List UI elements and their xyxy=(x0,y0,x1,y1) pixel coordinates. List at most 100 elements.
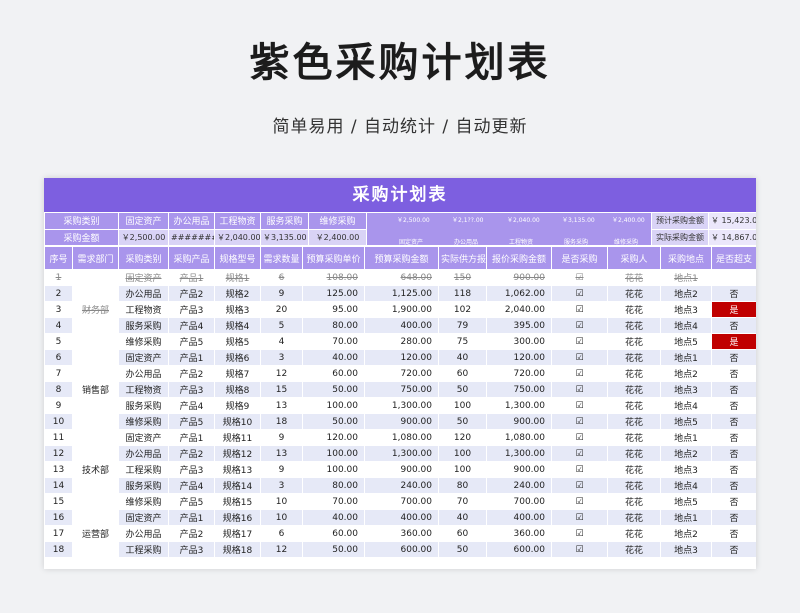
table-cell[interactable]: 40 xyxy=(438,509,487,526)
table-cell[interactable]: 是 xyxy=(711,301,756,318)
estimated-total-value[interactable]: ￥ 15,423.00 xyxy=(708,212,756,230)
table-cell[interactable]: 否 xyxy=(711,525,756,542)
table-cell[interactable]: 花花 xyxy=(607,493,661,510)
table-cell[interactable]: 维修采购 xyxy=(118,413,169,430)
table-cell[interactable]: 花花 xyxy=(607,541,661,558)
table-cell[interactable] xyxy=(711,269,756,286)
table-cell[interactable]: ☑ xyxy=(551,461,608,478)
table-cell[interactable]: 1,080.00 xyxy=(364,429,439,446)
table-cell[interactable]: 17 xyxy=(44,525,73,542)
table-cell[interactable]: 12 xyxy=(260,541,303,558)
table-cell[interactable]: 地点4 xyxy=(660,317,712,334)
table-cell[interactable]: 否 xyxy=(711,445,756,462)
table-cell[interactable]: ☑ xyxy=(551,269,608,286)
table-cell[interactable]: 否 xyxy=(711,429,756,446)
table-cell[interactable]: 600.00 xyxy=(364,541,439,558)
summary-category[interactable]: 办公用品 xyxy=(168,212,215,230)
summary-amount[interactable]: ￥3,135.00 xyxy=(260,228,309,246)
table-cell[interactable]: 100 xyxy=(438,397,487,414)
table-cell[interactable]: 15 xyxy=(44,493,73,510)
table-cell[interactable]: ☑ xyxy=(551,381,608,398)
table-cell[interactable]: 规格14 xyxy=(214,477,261,494)
table-cell[interactable]: 1 xyxy=(44,269,73,286)
table-cell[interactable]: 规格17 xyxy=(214,525,261,542)
table-cell[interactable]: 240.00 xyxy=(486,477,552,494)
table-cell[interactable]: 10 xyxy=(260,509,303,526)
table-cell[interactable]: 地点2 xyxy=(660,445,712,462)
summary-category[interactable]: 服务采购 xyxy=(260,212,309,230)
table-cell[interactable]: ☑ xyxy=(551,429,608,446)
table-cell[interactable]: 700.00 xyxy=(364,493,439,510)
col-header[interactable]: 实际供方报价 xyxy=(438,246,487,270)
table-cell[interactable]: 否 xyxy=(711,413,756,430)
table-cell[interactable]: 10 xyxy=(44,413,73,430)
table-cell[interactable]: 花花 xyxy=(607,301,661,318)
table-cell[interactable]: 80.00 xyxy=(302,477,365,494)
table-cell[interactable]: 否 xyxy=(711,365,756,382)
table-cell[interactable]: 40.00 xyxy=(302,509,365,526)
table-cell[interactable]: ☑ xyxy=(551,301,608,318)
table-cell[interactable]: 5 xyxy=(44,333,73,350)
col-header[interactable]: 序号 xyxy=(44,246,73,270)
table-cell[interactable]: 花花 xyxy=(607,333,661,350)
table-cell[interactable]: 15 xyxy=(260,381,303,398)
table-cell[interactable]: 12 xyxy=(260,365,303,382)
table-cell[interactable]: 6 xyxy=(260,269,303,286)
table-cell[interactable]: 60.00 xyxy=(302,525,365,542)
table-cell[interactable]: 13 xyxy=(44,461,73,478)
table-cell[interactable]: 地点4 xyxy=(660,477,712,494)
table-cell[interactable]: 120.00 xyxy=(486,349,552,366)
table-cell[interactable]: 50 xyxy=(438,413,487,430)
table-cell[interactable]: 服务采购 xyxy=(118,477,169,494)
table-cell[interactable]: 79 xyxy=(438,317,487,334)
table-cell[interactable]: 120 xyxy=(438,429,487,446)
table-cell[interactable]: 7 xyxy=(44,365,73,382)
table-cell[interactable]: 地点5 xyxy=(660,333,712,350)
table-cell[interactable]: 花花 xyxy=(607,285,661,302)
table-cell[interactable]: 地点4 xyxy=(660,397,712,414)
table-cell[interactable]: 工程采购 xyxy=(118,461,169,478)
col-header[interactable]: 规格型号 xyxy=(214,246,261,270)
table-cell[interactable]: 地点5 xyxy=(660,493,712,510)
table-cell[interactable]: 地点2 xyxy=(660,525,712,542)
table-cell[interactable]: 规格1 xyxy=(214,269,261,286)
table-cell[interactable]: ☑ xyxy=(551,477,608,494)
table-cell[interactable]: 花花 xyxy=(607,397,661,414)
table-cell[interactable]: 118 xyxy=(438,285,487,302)
table-cell[interactable]: 80 xyxy=(438,477,487,494)
table-cell[interactable]: 40.00 xyxy=(302,349,365,366)
table-cell[interactable]: 648.00 xyxy=(364,269,439,286)
table-cell[interactable]: 102 xyxy=(438,301,487,318)
table-cell[interactable]: 花花 xyxy=(607,429,661,446)
table-cell[interactable]: 5 xyxy=(260,317,303,334)
table-cell[interactable]: 9 xyxy=(260,429,303,446)
table-cell[interactable]: 3 xyxy=(260,349,303,366)
table-cell[interactable]: 108.00 xyxy=(302,269,365,286)
table-cell[interactable]: 规格3 xyxy=(214,301,261,318)
table-cell[interactable]: ☑ xyxy=(551,349,608,366)
table-cell[interactable]: 70 xyxy=(438,493,487,510)
table-cell[interactable]: 1,300.00 xyxy=(364,397,439,414)
table-cell[interactable]: 1,300.00 xyxy=(486,397,552,414)
table-cell[interactable]: 服务采购 xyxy=(118,397,169,414)
table-cell[interactable]: 地点3 xyxy=(660,381,712,398)
table-cell[interactable]: 14 xyxy=(44,477,73,494)
table-cell[interactable]: 400.00 xyxy=(364,509,439,526)
table-cell[interactable]: ☑ xyxy=(551,541,608,558)
table-cell[interactable]: 720.00 xyxy=(364,365,439,382)
col-header[interactable]: 采购地点 xyxy=(660,246,712,270)
table-cell[interactable]: 否 xyxy=(711,461,756,478)
department-cell[interactable]: 财务部 xyxy=(72,269,119,350)
table-cell[interactable]: 否 xyxy=(711,541,756,558)
table-cell[interactable]: 否 xyxy=(711,317,756,334)
table-cell[interactable]: 产品3 xyxy=(168,381,215,398)
summary-amount[interactable]: ￥2,400.00 xyxy=(308,228,367,246)
col-header[interactable]: 需求数量 xyxy=(260,246,303,270)
table-cell[interactable]: 产品1 xyxy=(168,349,215,366)
table-cell[interactable]: 60 xyxy=(438,365,487,382)
table-cell[interactable]: 6 xyxy=(260,525,303,542)
table-cell[interactable]: 花花 xyxy=(607,349,661,366)
table-cell[interactable]: 规格7 xyxy=(214,365,261,382)
table-cell[interactable]: 750.00 xyxy=(486,381,552,398)
table-cell[interactable]: 地点3 xyxy=(660,301,712,318)
